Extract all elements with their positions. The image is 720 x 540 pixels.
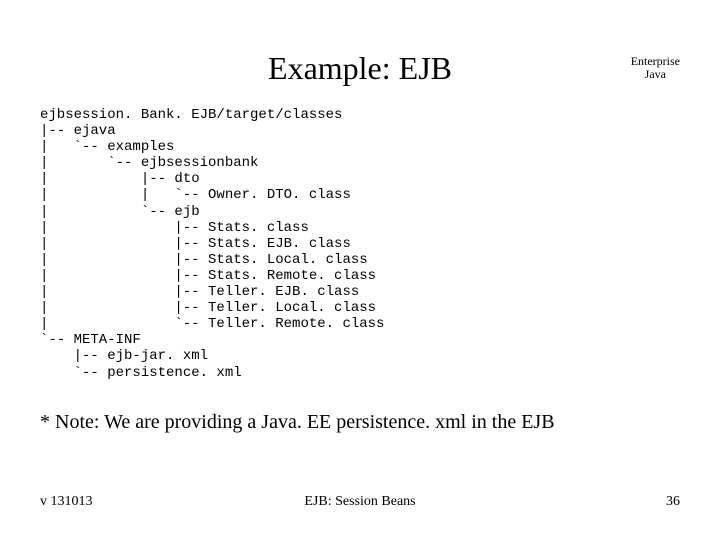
corner-line2: Java — [631, 68, 680, 81]
code-tree: ejbsession. Bank. EJB/target/classes |--… — [40, 107, 680, 381]
page-title: Example: EJB — [40, 50, 680, 87]
footer-title: EJB: Session Beans — [40, 494, 680, 510]
slide: Enterprise Java Example: EJB ejbsession.… — [0, 0, 720, 540]
footer: v 131013 EJB: Session Beans 36 — [40, 494, 680, 510]
corner-label: Enterprise Java — [631, 55, 680, 81]
note-text: * Note: We are providing a Java. EE pers… — [40, 411, 680, 434]
